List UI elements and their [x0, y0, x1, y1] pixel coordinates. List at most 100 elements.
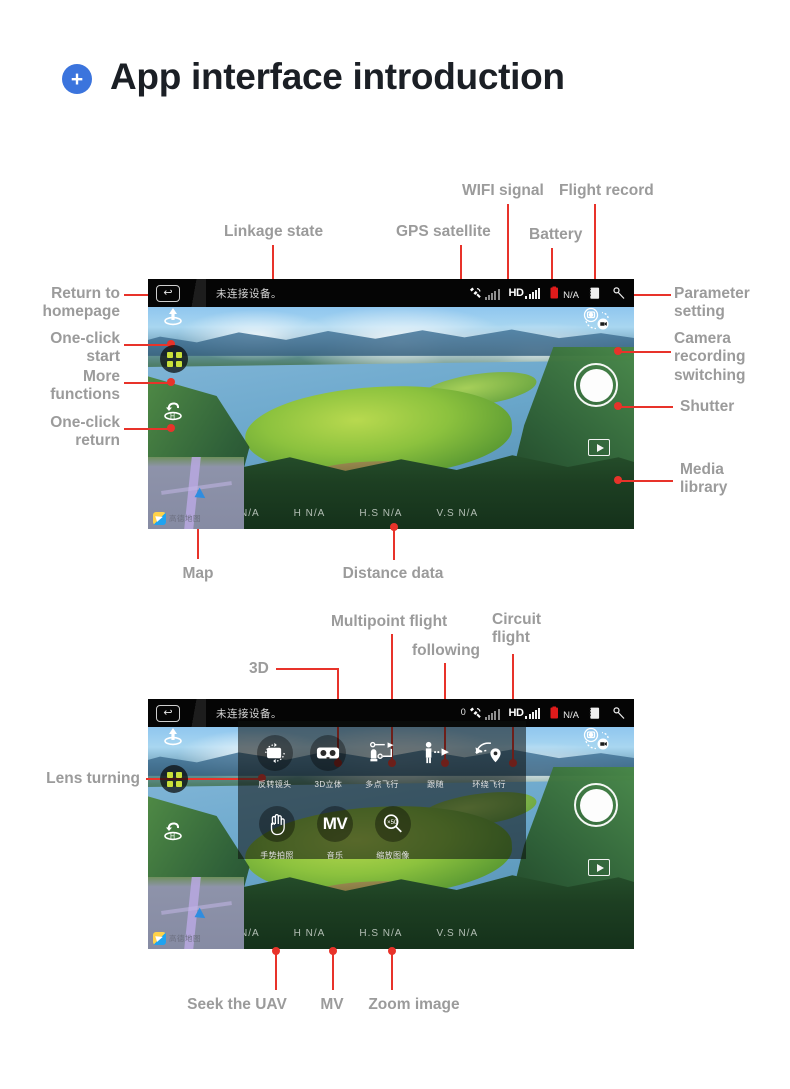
function-label: 音乐	[326, 851, 344, 860]
function-3d[interactable]: 3D立体	[302, 735, 356, 790]
zoom-image-icon: ×50	[375, 806, 411, 842]
page-title: App interface introduction	[110, 56, 565, 97]
more-functions-button-2[interactable]	[160, 765, 188, 793]
amap-logo-icon	[153, 932, 166, 945]
function-label: 环绕飞行	[472, 780, 506, 789]
anno-one-click-start: One-click start	[50, 330, 120, 366]
telemetry-vs: V.S N/A	[436, 508, 479, 519]
anno-distance-data: Distance data	[342, 565, 444, 582]
leader-line	[124, 382, 170, 384]
wifi-signal-icon[interactable]: HD	[508, 286, 541, 299]
flight-record-icon[interactable]	[588, 286, 602, 301]
shutter-button-2[interactable]	[574, 783, 618, 827]
leader-line	[393, 528, 395, 560]
anno-mv: MV	[320, 996, 344, 1013]
leader-line	[621, 406, 673, 408]
camera-recording-switch-button-2[interactable]	[580, 727, 614, 753]
leader-line	[276, 668, 338, 670]
wifi-signal-icon[interactable]: HD	[509, 707, 541, 719]
minimap[interactable]: 高德地图	[148, 457, 244, 529]
function-cell: 多点飞行	[355, 735, 409, 790]
anno-following: following	[412, 642, 481, 659]
leader-dot	[329, 947, 337, 955]
linkage-state-text: 未连接设备。	[216, 287, 282, 300]
svg-text:×50: ×50	[387, 820, 398, 826]
flight-record-icon[interactable]	[588, 706, 602, 721]
media-library-button[interactable]	[588, 439, 610, 456]
leader-dot	[167, 424, 175, 432]
anno-shutter: Shutter	[680, 398, 735, 415]
status-divider-2	[186, 699, 206, 727]
return-home-icon[interactable]: ↩	[156, 704, 180, 722]
anno-circuit-flight: Circuit flight	[492, 611, 542, 647]
battery-icon[interactable]: N/A	[549, 706, 579, 720]
function-circuit-flight[interactable]: 环绕飞行	[462, 735, 516, 790]
status-bar: ↩ 未连接设备。 HD N/A	[148, 279, 634, 307]
function-cell: MV 音乐	[306, 806, 364, 861]
status-divider	[186, 279, 206, 307]
status-icons: HD N/A	[466, 286, 627, 301]
telemetry-h-2: H N/A	[293, 928, 326, 939]
anno-gps-satellite: GPS satellite	[396, 223, 491, 240]
leader-line	[275, 952, 277, 990]
media-library-button-2[interactable]	[588, 859, 610, 876]
leader-dot	[388, 947, 396, 955]
anno-map: Map	[182, 565, 214, 582]
anno-lens-turning: Lens turning	[46, 770, 140, 787]
more-functions-panel[interactable]: 反转镜头 3D立体 多点飞行 跟随 环绕飞行 手势拍照 MV 音乐 ×50 缩放…	[238, 721, 526, 861]
minimap-2[interactable]: 高德地图	[148, 877, 244, 949]
mv-music-icon: MV	[317, 806, 353, 842]
battery-icon[interactable]: N/A	[549, 286, 579, 300]
grid-four-squares-icon	[166, 351, 182, 367]
hd-label: HD	[508, 286, 524, 299]
function-label: 反转镜头	[257, 780, 292, 789]
function-label: 3D立体	[314, 780, 343, 789]
linkage-state-text-2: 未连接设备。	[216, 707, 282, 720]
function-cell: 反转镜头	[248, 735, 302, 790]
function-row-1: 反转镜头 3D立体 多点飞行 跟随 环绕飞行	[248, 735, 516, 790]
function-cell: ×50 缩放图像	[364, 806, 422, 861]
anno-zoom-image: Zoom image	[368, 996, 460, 1013]
function-lens-turning[interactable]: 反转镜头	[248, 735, 302, 790]
plus-circle-icon: +	[62, 64, 92, 94]
telemetry-vs-2: V.S N/A	[436, 928, 479, 939]
telemetry-h: H N/A	[293, 508, 326, 519]
gps-signal-bars	[484, 289, 500, 300]
page-title-row: + App interface introduction	[62, 56, 565, 98]
leader-line	[621, 351, 671, 353]
satellite-count-2: 0	[460, 707, 466, 717]
one-click-return-button-2[interactable]: H	[160, 817, 186, 843]
gps-satellite-icon[interactable]: 0	[461, 706, 500, 720]
gps-satellite-icon[interactable]	[466, 286, 500, 300]
function-cell: 环绕飞行	[462, 735, 516, 790]
shutter-inner-2	[579, 788, 613, 822]
distance-data-row-2: D N/A H N/A H.S N/A V.S N/A	[228, 928, 478, 939]
status-icons-2: 0 HD N/A	[461, 706, 627, 721]
function-label: 缩放图像	[376, 851, 410, 860]
leader-line	[124, 344, 170, 346]
camera-recording-switch-button[interactable]	[580, 307, 614, 333]
more-functions-button[interactable]	[160, 345, 188, 373]
map-provider-logo: 高德地图	[153, 512, 201, 525]
function-cell: 跟随	[409, 735, 463, 790]
function-music-mv[interactable]: MV 音乐	[306, 806, 364, 861]
return-home-icon[interactable]: ↩	[156, 284, 180, 302]
leader-line	[621, 480, 673, 482]
anno-linkage-state: Linkage state	[224, 223, 324, 240]
one-click-return-button[interactable]: H	[160, 397, 186, 423]
function-multipoint-flight[interactable]: 多点飞行	[355, 735, 409, 790]
function-zoom-image[interactable]: ×50 缩放图像	[364, 806, 422, 861]
anno-flight-record: Flight record	[559, 182, 654, 199]
function-gesture-photo[interactable]: 手势拍照	[248, 806, 306, 861]
wifi-signal-bars	[525, 287, 541, 299]
wrench-settings-icon[interactable]	[611, 286, 627, 301]
app-screen-more-functions[interactable]: ↩ 未连接设备。 0 HD N/A H N/A H N/A H.S N/A V.…	[148, 699, 634, 949]
function-following[interactable]: 跟随	[409, 735, 463, 790]
app-screen-main[interactable]: ↩ 未连接设备。 HD N/A H N/A H N/A H.S N/A V.S …	[148, 279, 634, 529]
anno-media-library: Media library	[680, 461, 728, 497]
3d-vr-goggles-icon	[310, 735, 347, 771]
telemetry-hs: H.S N/A	[359, 508, 403, 519]
shutter-button[interactable]	[574, 363, 618, 407]
anno-seek-the-uav: Seek the UAV	[187, 996, 287, 1013]
wrench-settings-icon[interactable]	[611, 706, 627, 721]
